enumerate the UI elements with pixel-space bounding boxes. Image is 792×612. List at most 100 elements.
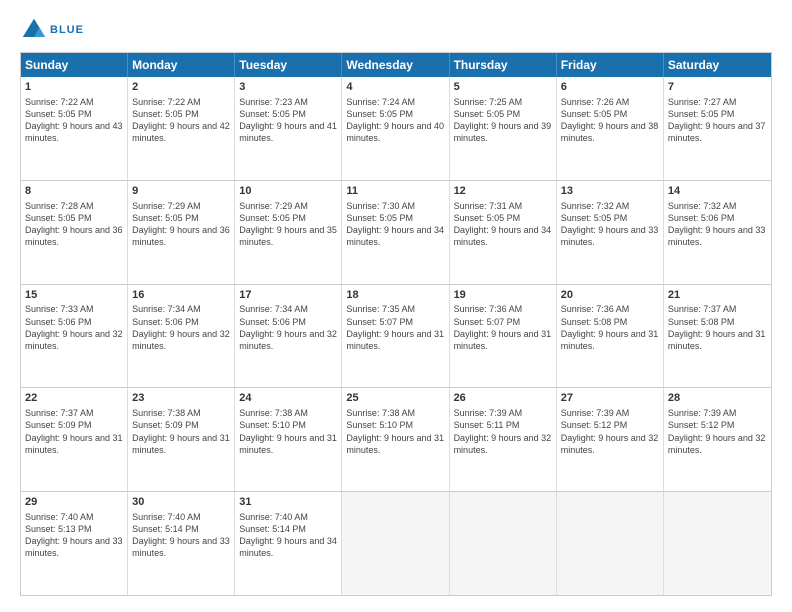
logo: BLUE: [20, 16, 84, 44]
calendar-header-row: SundayMondayTuesdayWednesdayThursdayFrid…: [21, 53, 771, 77]
day-info: Sunrise: 7:25 AMSunset: 5:05 PMDaylight:…: [454, 96, 552, 145]
calendar-week-row: 22Sunrise: 7:37 AMSunset: 5:09 PMDayligh…: [21, 387, 771, 491]
day-number: 12: [454, 184, 552, 199]
day-number: 5: [454, 80, 552, 95]
calendar-cell: 8Sunrise: 7:28 AMSunset: 5:05 PMDaylight…: [21, 181, 128, 284]
day-info: Sunrise: 7:22 AMSunset: 5:05 PMDaylight:…: [25, 96, 123, 145]
day-info: Sunrise: 7:22 AMSunset: 5:05 PMDaylight:…: [132, 96, 230, 145]
calendar: SundayMondayTuesdayWednesdayThursdayFrid…: [20, 52, 772, 596]
calendar-cell: 4Sunrise: 7:24 AMSunset: 5:05 PMDaylight…: [342, 77, 449, 180]
calendar-cell: 9Sunrise: 7:29 AMSunset: 5:05 PMDaylight…: [128, 181, 235, 284]
day-number: 27: [561, 391, 659, 406]
weekday-header: Wednesday: [342, 53, 449, 77]
calendar-cell: 26Sunrise: 7:39 AMSunset: 5:11 PMDayligh…: [450, 388, 557, 491]
day-number: 13: [561, 184, 659, 199]
day-number: 23: [132, 391, 230, 406]
day-info: Sunrise: 7:28 AMSunset: 5:05 PMDaylight:…: [25, 200, 123, 249]
page: BLUE SundayMondayTuesdayWednesdayThursda…: [0, 0, 792, 612]
day-info: Sunrise: 7:31 AMSunset: 5:05 PMDaylight:…: [454, 200, 552, 249]
calendar-cell: 27Sunrise: 7:39 AMSunset: 5:12 PMDayligh…: [557, 388, 664, 491]
day-number: 3: [239, 80, 337, 95]
day-number: 30: [132, 495, 230, 510]
day-number: 4: [346, 80, 444, 95]
day-info: Sunrise: 7:34 AMSunset: 5:06 PMDaylight:…: [132, 303, 230, 352]
weekday-header: Saturday: [664, 53, 771, 77]
calendar-week-row: 29Sunrise: 7:40 AMSunset: 5:13 PMDayligh…: [21, 491, 771, 595]
day-number: 28: [668, 391, 767, 406]
day-info: Sunrise: 7:39 AMSunset: 5:11 PMDaylight:…: [454, 407, 552, 456]
weekday-header: Monday: [128, 53, 235, 77]
calendar-cell: 6Sunrise: 7:26 AMSunset: 5:05 PMDaylight…: [557, 77, 664, 180]
day-number: 9: [132, 184, 230, 199]
day-info: Sunrise: 7:39 AMSunset: 5:12 PMDaylight:…: [561, 407, 659, 456]
calendar-body: 1Sunrise: 7:22 AMSunset: 5:05 PMDaylight…: [21, 77, 771, 595]
day-number: 2: [132, 80, 230, 95]
day-number: 10: [239, 184, 337, 199]
day-info: Sunrise: 7:26 AMSunset: 5:05 PMDaylight:…: [561, 96, 659, 145]
day-number: 25: [346, 391, 444, 406]
calendar-cell: 16Sunrise: 7:34 AMSunset: 5:06 PMDayligh…: [128, 285, 235, 388]
day-number: 19: [454, 288, 552, 303]
calendar-cell: 5Sunrise: 7:25 AMSunset: 5:05 PMDaylight…: [450, 77, 557, 180]
day-info: Sunrise: 7:32 AMSunset: 5:06 PMDaylight:…: [668, 200, 767, 249]
day-info: Sunrise: 7:38 AMSunset: 5:10 PMDaylight:…: [239, 407, 337, 456]
calendar-cell: 22Sunrise: 7:37 AMSunset: 5:09 PMDayligh…: [21, 388, 128, 491]
calendar-cell: 1Sunrise: 7:22 AMSunset: 5:05 PMDaylight…: [21, 77, 128, 180]
day-info: Sunrise: 7:36 AMSunset: 5:07 PMDaylight:…: [454, 303, 552, 352]
day-number: 21: [668, 288, 767, 303]
day-number: 14: [668, 184, 767, 199]
day-info: Sunrise: 7:30 AMSunset: 5:05 PMDaylight:…: [346, 200, 444, 249]
logo-tagline: BLUE: [50, 24, 84, 36]
calendar-cell: 31Sunrise: 7:40 AMSunset: 5:14 PMDayligh…: [235, 492, 342, 595]
calendar-cell: 20Sunrise: 7:36 AMSunset: 5:08 PMDayligh…: [557, 285, 664, 388]
day-number: 15: [25, 288, 123, 303]
day-info: Sunrise: 7:34 AMSunset: 5:06 PMDaylight:…: [239, 303, 337, 352]
calendar-cell: 12Sunrise: 7:31 AMSunset: 5:05 PMDayligh…: [450, 181, 557, 284]
day-info: Sunrise: 7:35 AMSunset: 5:07 PMDaylight:…: [346, 303, 444, 352]
day-number: 1: [25, 80, 123, 95]
calendar-cell: 15Sunrise: 7:33 AMSunset: 5:06 PMDayligh…: [21, 285, 128, 388]
day-number: 18: [346, 288, 444, 303]
day-info: Sunrise: 7:38 AMSunset: 5:09 PMDaylight:…: [132, 407, 230, 456]
calendar-cell: 23Sunrise: 7:38 AMSunset: 5:09 PMDayligh…: [128, 388, 235, 491]
calendar-cell: 2Sunrise: 7:22 AMSunset: 5:05 PMDaylight…: [128, 77, 235, 180]
day-number: 29: [25, 495, 123, 510]
day-info: Sunrise: 7:36 AMSunset: 5:08 PMDaylight:…: [561, 303, 659, 352]
day-info: Sunrise: 7:33 AMSunset: 5:06 PMDaylight:…: [25, 303, 123, 352]
calendar-week-row: 1Sunrise: 7:22 AMSunset: 5:05 PMDaylight…: [21, 77, 771, 180]
calendar-cell: 24Sunrise: 7:38 AMSunset: 5:10 PMDayligh…: [235, 388, 342, 491]
day-number: 26: [454, 391, 552, 406]
calendar-cell: 10Sunrise: 7:29 AMSunset: 5:05 PMDayligh…: [235, 181, 342, 284]
calendar-cell: 30Sunrise: 7:40 AMSunset: 5:14 PMDayligh…: [128, 492, 235, 595]
calendar-cell: 25Sunrise: 7:38 AMSunset: 5:10 PMDayligh…: [342, 388, 449, 491]
day-number: 24: [239, 391, 337, 406]
calendar-cell: 17Sunrise: 7:34 AMSunset: 5:06 PMDayligh…: [235, 285, 342, 388]
weekday-header: Friday: [557, 53, 664, 77]
header: BLUE: [20, 16, 772, 44]
calendar-week-row: 8Sunrise: 7:28 AMSunset: 5:05 PMDaylight…: [21, 180, 771, 284]
calendar-cell: 14Sunrise: 7:32 AMSunset: 5:06 PMDayligh…: [664, 181, 771, 284]
calendar-cell: [664, 492, 771, 595]
day-info: Sunrise: 7:27 AMSunset: 5:05 PMDaylight:…: [668, 96, 767, 145]
day-info: Sunrise: 7:37 AMSunset: 5:08 PMDaylight:…: [668, 303, 767, 352]
calendar-cell: 21Sunrise: 7:37 AMSunset: 5:08 PMDayligh…: [664, 285, 771, 388]
calendar-cell: 11Sunrise: 7:30 AMSunset: 5:05 PMDayligh…: [342, 181, 449, 284]
day-info: Sunrise: 7:29 AMSunset: 5:05 PMDaylight:…: [239, 200, 337, 249]
day-info: Sunrise: 7:32 AMSunset: 5:05 PMDaylight:…: [561, 200, 659, 249]
calendar-cell: 19Sunrise: 7:36 AMSunset: 5:07 PMDayligh…: [450, 285, 557, 388]
day-number: 20: [561, 288, 659, 303]
calendar-cell: [450, 492, 557, 595]
day-info: Sunrise: 7:40 AMSunset: 5:14 PMDaylight:…: [132, 511, 230, 560]
day-info: Sunrise: 7:29 AMSunset: 5:05 PMDaylight:…: [132, 200, 230, 249]
weekday-header: Sunday: [21, 53, 128, 77]
day-info: Sunrise: 7:24 AMSunset: 5:05 PMDaylight:…: [346, 96, 444, 145]
day-number: 11: [346, 184, 444, 199]
calendar-cell: [342, 492, 449, 595]
day-info: Sunrise: 7:38 AMSunset: 5:10 PMDaylight:…: [346, 407, 444, 456]
day-number: 7: [668, 80, 767, 95]
day-info: Sunrise: 7:39 AMSunset: 5:12 PMDaylight:…: [668, 407, 767, 456]
day-info: Sunrise: 7:40 AMSunset: 5:13 PMDaylight:…: [25, 511, 123, 560]
calendar-cell: 7Sunrise: 7:27 AMSunset: 5:05 PMDaylight…: [664, 77, 771, 180]
calendar-cell: 28Sunrise: 7:39 AMSunset: 5:12 PMDayligh…: [664, 388, 771, 491]
logo-icon: [20, 16, 48, 44]
